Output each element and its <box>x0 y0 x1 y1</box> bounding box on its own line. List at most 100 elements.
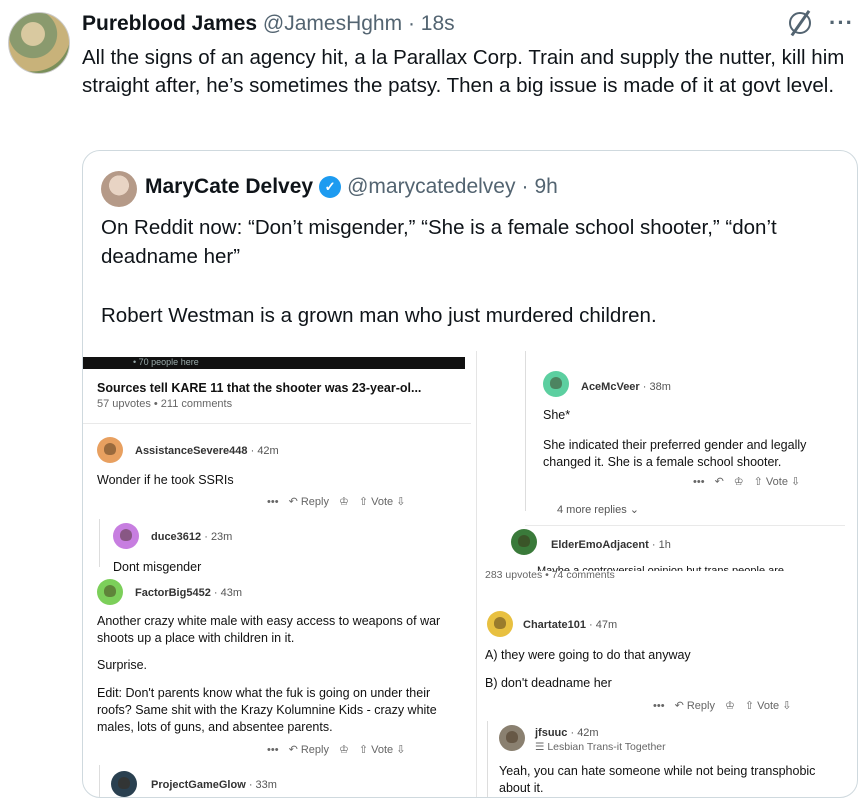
reddit-top-bar: • 70 people here <box>83 357 465 369</box>
divider <box>525 525 845 526</box>
comment-text: Yeah, you can hate someone while not bei… <box>499 764 816 795</box>
thread-line <box>99 519 100 567</box>
tweet-header: Pureblood James @JamesHghm · 18s <box>82 12 455 36</box>
vote-buttons[interactable]: ⇧ Vote ⇩ <box>745 699 792 712</box>
comment-time: · 38m <box>642 381 671 393</box>
comment-user-line: FactorBig5452 · 43m <box>135 587 242 599</box>
comment-user-line: ElderEmoAdjacent · 1h <box>551 539 671 551</box>
vote-buttons[interactable]: ⇧ Vote ⇩ <box>359 743 406 756</box>
comment-time: · 1h <box>651 539 671 551</box>
verified-badge-icon: ✓ <box>319 176 342 198</box>
comment-user-line: duce3612 · 23m <box>151 531 232 543</box>
award-icon[interactable]: ♔ <box>339 495 349 508</box>
user-flair: ☰ Lesbian Trans-it Together <box>535 741 666 753</box>
more-icon[interactable]: ••• <box>693 476 705 488</box>
comment-user-line: AceMcVeer · 38m <box>581 381 671 393</box>
tweet-time[interactable]: 18s <box>421 12 455 35</box>
separator-dot: · <box>521 175 529 198</box>
comment-text: Wonder if he took SSRIs <box>97 473 234 487</box>
more-icon[interactable]: ••• <box>653 700 665 712</box>
comment-username[interactable]: jfsuuc <box>535 727 567 739</box>
commenter-avatar[interactable] <box>97 437 123 463</box>
comment-time: · 42m <box>570 727 599 739</box>
comment-actions: ••• ↶ ♔ ⇧ Vote ⇩ <box>693 475 801 489</box>
vote-buttons[interactable]: ⇧ Vote ⇩ <box>359 495 406 508</box>
more-options-icon[interactable]: ··· <box>829 12 854 34</box>
quoted-tweet-header: MaryCate Delvey ✓ @marycatedelvey · 9h <box>145 175 558 199</box>
reddit-post-meta: 57 upvotes • 211 comments <box>97 398 233 410</box>
more-replies-button[interactable]: 4 more replies ⌄ <box>557 503 639 516</box>
award-icon[interactable]: ♔ <box>339 743 349 756</box>
comment-text: B) don't deadname her <box>485 676 612 690</box>
reddit-panel-left: • 70 people here Sources tell KARE 11 th… <box>83 351 471 797</box>
comment-time: · 23m <box>204 531 233 543</box>
commenter-avatar[interactable] <box>111 771 137 797</box>
reddit-post-title[interactable]: Sources tell KARE 11 that the shooter wa… <box>97 381 421 395</box>
comment-username[interactable]: duce3612 <box>151 531 201 543</box>
comment-time: · 47m <box>589 619 618 631</box>
commenter-avatar[interactable] <box>113 523 139 549</box>
comment-user-line: ProjectGameGlow · 33m <box>151 779 277 791</box>
quoted-tweet-time[interactable]: 9h <box>534 175 557 199</box>
award-icon[interactable]: ♔ <box>734 475 744 488</box>
comment-text: She indicated their preferred gender and… <box>543 438 807 469</box>
commenter-avatar[interactable] <box>511 529 537 555</box>
comment-username[interactable]: ProjectGameGlow <box>151 779 246 791</box>
vote-buttons[interactable]: ⇧ Vote ⇩ <box>754 475 801 488</box>
comment-user-line: AssistanceSevere448 · 42m <box>135 445 279 457</box>
commenter-avatar[interactable] <box>499 725 525 751</box>
reply-button[interactable]: ↶ Reply <box>675 699 715 712</box>
more-icon[interactable]: ••• <box>267 496 279 508</box>
separator-dot: · <box>407 12 415 35</box>
reply-button[interactable]: ↶ Reply <box>289 743 329 756</box>
comment-user-line: Chartate101 · 47m <box>523 619 617 631</box>
comment-actions: ••• ↶ Reply ♔ ⇧ Vote ⇩ <box>267 495 406 509</box>
reddit-panel-right-top: AceMcVeer · 38m She* She indicated their… <box>481 351 857 583</box>
quoted-author-handle[interactable]: @marycatedelvey <box>347 175 515 199</box>
comment-text: A) they were going to do that anyway <box>485 648 691 662</box>
comment-time: · 43m <box>213 587 242 599</box>
thread-line <box>525 351 526 511</box>
comment-actions: ••• ↶ Reply ♔ ⇧ Vote ⇩ <box>653 699 792 713</box>
thread-line <box>99 765 100 797</box>
comment-username[interactable]: FactorBig5452 <box>135 587 211 599</box>
reddit-panel-right-bottom: Chartate101 · 47m A) they were going to … <box>481 603 857 797</box>
tweet-text: All the signs of an agency hit, a la Par… <box>82 46 845 97</box>
more-icon[interactable]: ••• <box>267 744 279 756</box>
commenter-avatar[interactable] <box>487 611 513 637</box>
quoted-tweet[interactable]: MaryCate Delvey ✓ @marycatedelvey · 9h O… <box>82 150 858 798</box>
quoted-paragraph-1: On Reddit now: “Don’t misgender,” “She i… <box>101 216 777 268</box>
comment-user-line: jfsuuc · 42m <box>535 727 599 739</box>
reply-icon[interactable]: ↶ <box>715 475 724 488</box>
image-divider <box>476 351 477 797</box>
award-icon[interactable]: ♔ <box>725 699 735 712</box>
quoted-author-avatar[interactable] <box>101 171 137 207</box>
author-handle[interactable]: @JamesHghm <box>263 12 402 35</box>
reply-button[interactable]: ↶ Reply <box>289 495 329 508</box>
author-name[interactable]: Pureblood James <box>82 12 257 35</box>
commenter-avatar[interactable] <box>543 371 569 397</box>
tweet-actions-top: ··· <box>789 12 854 34</box>
comment-time: · 33m <box>248 779 277 791</box>
comment-text: Dont misgender <box>113 560 202 574</box>
comment-username[interactable]: AssistanceSevere448 <box>135 445 248 457</box>
reddit-screenshot-image[interactable]: • 70 people here Sources tell KARE 11 th… <box>83 351 857 797</box>
comment-actions: ••• ↶ Reply ♔ ⇧ Vote ⇩ <box>267 743 406 757</box>
comment-text: Another crazy white male with easy acces… <box>97 614 441 645</box>
reddit-post-meta: 283 upvotes • 74 comments <box>485 569 615 581</box>
commenter-avatar[interactable] <box>97 579 123 605</box>
comment-text: She* <box>543 408 571 422</box>
quoted-paragraph-2: Robert Westman is a grown man who just m… <box>101 304 657 327</box>
divider <box>83 423 471 424</box>
quoted-tweet-text: On Reddit now: “Don’t misgender,” “She i… <box>101 213 841 360</box>
comment-text: Surprise. <box>97 658 148 672</box>
comment-username[interactable]: AceMcVeer <box>581 381 640 393</box>
comment-time: · 42m <box>250 445 279 457</box>
quoted-author-name[interactable]: MaryCate Delvey <box>145 175 313 199</box>
comment-username[interactable]: ElderEmoAdjacent <box>551 539 649 551</box>
comment-text: Edit: Don't parents know what the fuk is… <box>97 686 437 734</box>
thread-line <box>487 721 488 797</box>
author-avatar[interactable] <box>8 12 70 74</box>
comment-username[interactable]: Chartate101 <box>523 619 586 631</box>
grok-icon[interactable] <box>789 12 812 34</box>
